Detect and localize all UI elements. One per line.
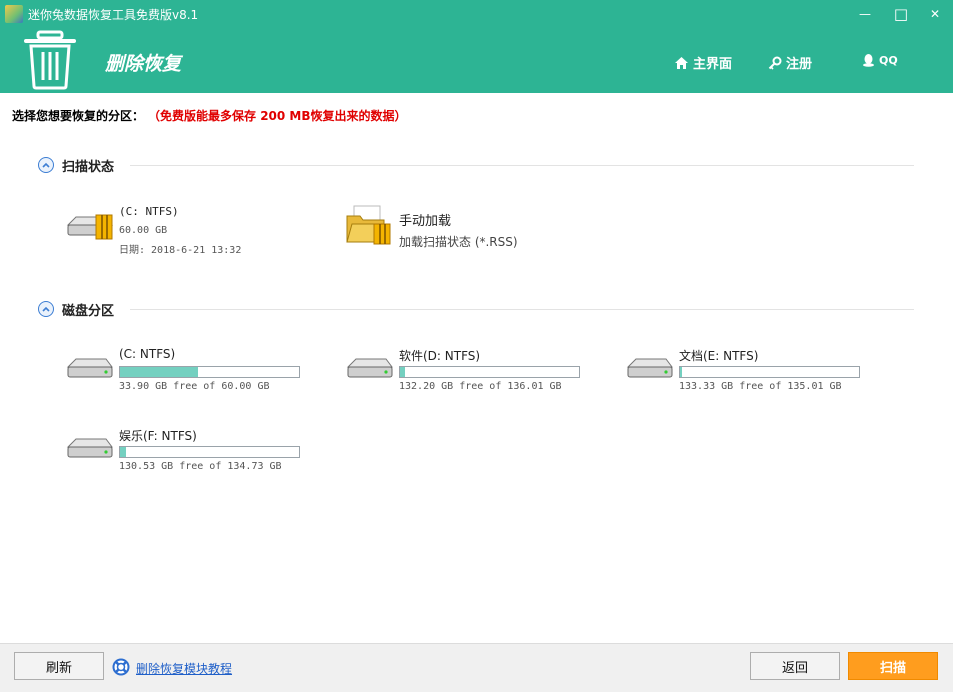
partitions-title: 磁盘分区 xyxy=(62,303,115,319)
usage-bar-fill xyxy=(400,367,405,377)
usage-bar-fill xyxy=(120,367,198,377)
nav-home-label: 主界面 xyxy=(693,57,733,72)
maximize-button[interactable]: □ xyxy=(886,3,916,25)
collapse-scan-status-icon[interactable] xyxy=(38,157,54,173)
partition-name: 文档(E: NTFS) xyxy=(679,349,759,363)
scan-button[interactable]: 扫描 xyxy=(848,652,938,680)
hard-drive-icon xyxy=(626,351,674,386)
app-header: 迷你兔数据恢复工具免费版v8.1 — □ ✕ 删除恢复 主界面 注册 QQ xyxy=(0,0,953,93)
saved-scan-c[interactable]: (C: NTFS) 60.00 GB 日期: 2018-6-21 13:32 xyxy=(66,205,316,265)
manual-load-desc: 加载扫描状态 (*.RSS) xyxy=(399,235,518,249)
window-title: 迷你兔数据恢复工具免费版v8.1 xyxy=(28,8,199,22)
partition-usage: 133.33 GB free of 135.01 GB xyxy=(679,381,842,392)
usage-bar-fill xyxy=(120,447,126,457)
hard-drive-icon xyxy=(346,351,394,386)
partition-item[interactable]: 娱乐(F: NTFS) 130.53 GB free of 134.73 GB xyxy=(66,427,316,487)
partition-usage: 132.20 GB free of 136.01 GB xyxy=(399,381,562,392)
folder-icon xyxy=(346,204,392,249)
saved-scan-name: (C: NTFS) xyxy=(119,205,179,218)
partition-item[interactable]: 文档(E: NTFS) 133.33 GB free of 135.01 GB xyxy=(626,347,876,407)
nav-qq-label: QQ xyxy=(879,53,898,67)
nav-register-label: 注册 xyxy=(786,57,813,72)
hard-drive-icon xyxy=(66,209,114,244)
partition-usage: 130.53 GB free of 134.73 GB xyxy=(119,461,282,472)
module-title: 删除恢复 xyxy=(105,53,182,75)
collapse-partitions-icon[interactable] xyxy=(38,301,54,317)
scan-status-header: 扫描状态 xyxy=(38,155,914,175)
usage-bar xyxy=(679,366,860,378)
scan-status-title: 扫描状态 xyxy=(62,159,115,175)
home-icon xyxy=(674,56,689,70)
close-button[interactable]: ✕ xyxy=(920,3,950,25)
partition-usage: 33.90 GB free of 60.00 GB xyxy=(119,381,270,392)
prompt-label: 选择您想要恢复的分区： xyxy=(12,109,145,123)
trash-icon xyxy=(24,30,76,93)
usage-bar xyxy=(399,366,580,378)
refresh-button[interactable]: 刷新 xyxy=(14,652,104,680)
usage-bar xyxy=(119,366,300,378)
minimize-button[interactable]: — xyxy=(850,3,880,25)
saved-scan-size: 60.00 GB xyxy=(119,225,168,236)
usage-bar-fill xyxy=(680,367,683,377)
partition-item[interactable]: (C: NTFS) 33.90 GB free of 60.00 GB xyxy=(66,347,316,407)
saved-scan-date: 日期: 2018-6-21 13:32 xyxy=(119,245,242,256)
partitions-header: 磁盘分区 xyxy=(38,299,914,319)
hard-drive-icon xyxy=(66,431,114,466)
partition-name: (C: NTFS) xyxy=(119,347,176,361)
manual-load-title: 手动加载 xyxy=(399,214,452,229)
nav-qq[interactable]: QQ xyxy=(862,53,898,67)
tutorial-link-label: 删除恢复模块教程 xyxy=(136,662,233,676)
partition-name: 娱乐(F: NTFS) xyxy=(119,429,197,443)
manual-load[interactable]: 手动加载 加载扫描状态 (*.RSS) xyxy=(346,205,596,270)
partition-prompt: 选择您想要恢复的分区： （免费版能最多保存 200 MB恢复出来的数据） xyxy=(12,107,407,124)
partition-item[interactable]: 软件(D: NTFS) 132.20 GB free of 136.01 GB xyxy=(346,347,596,407)
bottom-bar: 刷新 删除恢复模块教程 返回 扫描 xyxy=(0,643,953,692)
free-limit-note: （免费版能最多保存 200 MB恢复出来的数据） xyxy=(154,109,407,123)
partition-name: 软件(D: NTFS) xyxy=(399,349,481,363)
app-logo-icon xyxy=(5,5,23,23)
tutorial-link[interactable]: 删除恢复模块教程 xyxy=(112,658,232,679)
nav-home[interactable]: 主界面 xyxy=(674,53,732,72)
section-divider xyxy=(130,308,914,310)
usage-bar xyxy=(119,446,300,458)
section-divider xyxy=(130,164,914,166)
nav-register[interactable]: 注册 xyxy=(768,53,812,72)
qq-penguin-icon xyxy=(862,53,875,67)
lifebuoy-icon xyxy=(112,658,130,679)
back-button[interactable]: 返回 xyxy=(750,652,840,680)
hard-drive-icon xyxy=(66,351,114,386)
key-icon xyxy=(768,56,782,70)
